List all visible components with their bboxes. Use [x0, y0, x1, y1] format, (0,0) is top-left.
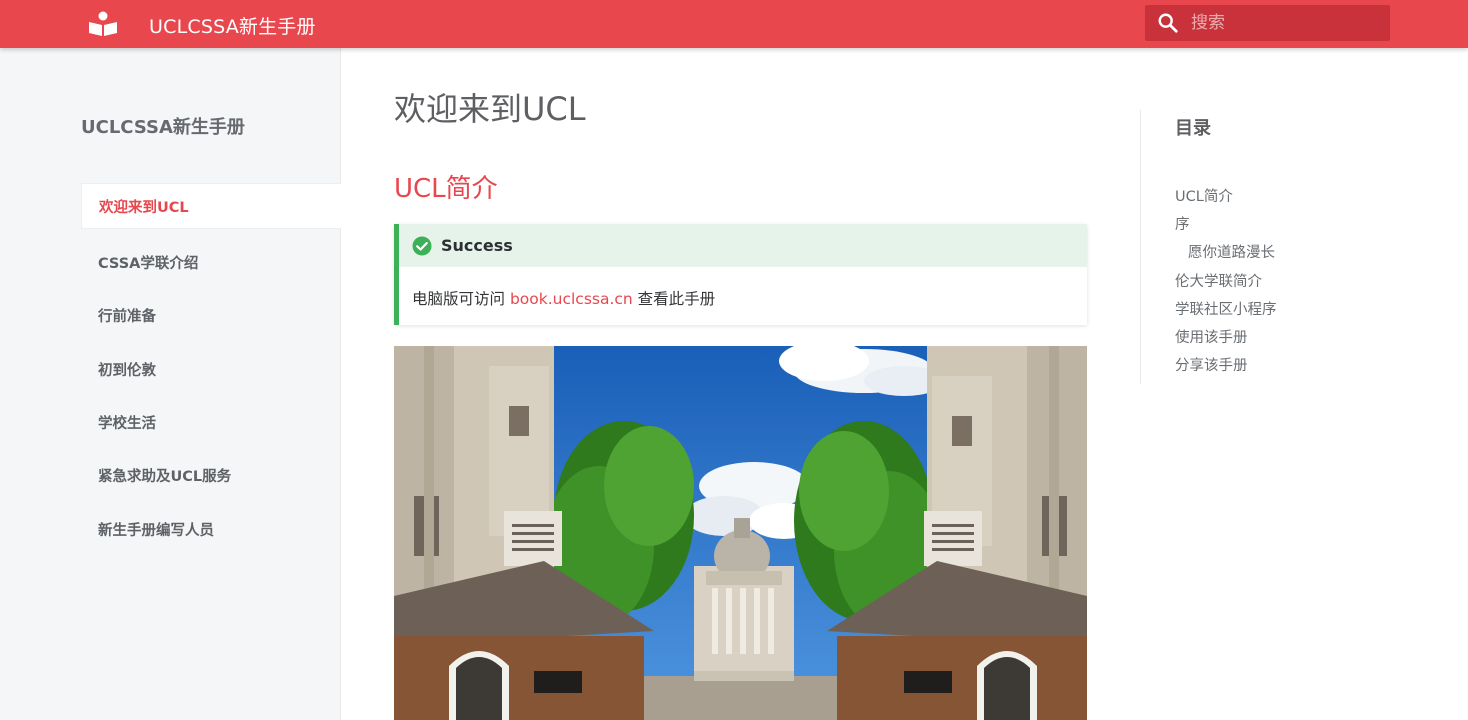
book-link[interactable]: book.uclcssa.cn	[510, 290, 633, 308]
toc-item-mini-program[interactable]: 学联社区小程序	[1175, 294, 1277, 322]
ucl-campus-photo	[394, 346, 1087, 720]
toc-list: UCL简介 序 愿你道路漫长 伦大学联简介 学联社区小程序 使用该手册 分享该手…	[1175, 181, 1277, 379]
toc-item-ucl-intro[interactable]: UCL简介	[1175, 181, 1277, 209]
sidebar-item-school-life[interactable]: 学校生活	[81, 396, 341, 449]
toc-item-preface[interactable]: 序	[1175, 209, 1277, 237]
sidebar-item-emergency-services[interactable]: 紧急求助及UCL服务	[81, 449, 341, 502]
success-callout: Success 电脑版可访问 book.uclcssa.cn 查看此手册	[394, 224, 1087, 325]
callout-title: Success	[441, 236, 513, 255]
toc-item-use-handbook[interactable]: 使用该手册	[1175, 322, 1277, 350]
page-title: 欢迎来到UCL	[394, 90, 586, 128]
callout-header: Success	[399, 224, 1087, 267]
open-book-icon[interactable]	[88, 11, 118, 37]
toc-item-long-road[interactable]: 愿你道路漫长	[1175, 238, 1277, 266]
callout-text-prefix: 电脑版可访问	[412, 290, 510, 308]
toc-item-cssa-intro[interactable]: 伦大学联简介	[1175, 266, 1277, 294]
sidebar-item-welcome[interactable]: 欢迎来到UCL	[81, 183, 341, 229]
hero-image	[394, 346, 1087, 720]
sidebar: UCLCSSA新生手册 欢迎来到UCL CSSA学联介绍 行前准备 初到伦敦 学…	[0, 48, 341, 720]
table-of-contents: 目录 UCL简介 序 愿你道路漫长 伦大学联简介 学联社区小程序 使用该手册 分…	[1140, 110, 1400, 384]
toc-item-share-handbook[interactable]: 分享该手册	[1175, 351, 1277, 379]
toc-title: 目录	[1175, 118, 1211, 139]
callout-body: 电脑版可访问 book.uclcssa.cn 查看此手册	[399, 267, 1087, 309]
search-input[interactable]	[1191, 13, 1371, 33]
sidebar-nav: 欢迎来到UCL CSSA学联介绍 行前准备 初到伦敦 学校生活 紧急求助及UCL…	[81, 183, 341, 556]
check-circle-icon	[412, 236, 432, 255]
section-title: UCL简介	[394, 174, 498, 204]
sidebar-item-editors[interactable]: 新生手册编写人员	[81, 502, 341, 555]
search-box[interactable]	[1145, 5, 1390, 41]
sidebar-item-arrival-london[interactable]: 初到伦敦	[81, 343, 341, 396]
sidebar-item-cssa-intro[interactable]: CSSA学联介绍	[81, 236, 341, 289]
site-title[interactable]: UCLCSSA新生手册	[149, 12, 316, 39]
sidebar-title: UCLCSSA新生手册	[81, 117, 245, 138]
sidebar-item-pre-departure[interactable]: 行前准备	[81, 289, 341, 342]
callout-text-suffix: 查看此手册	[632, 290, 716, 308]
search-icon	[1158, 13, 1178, 33]
top-header: UCLCSSA新生手册	[0, 0, 1468, 48]
